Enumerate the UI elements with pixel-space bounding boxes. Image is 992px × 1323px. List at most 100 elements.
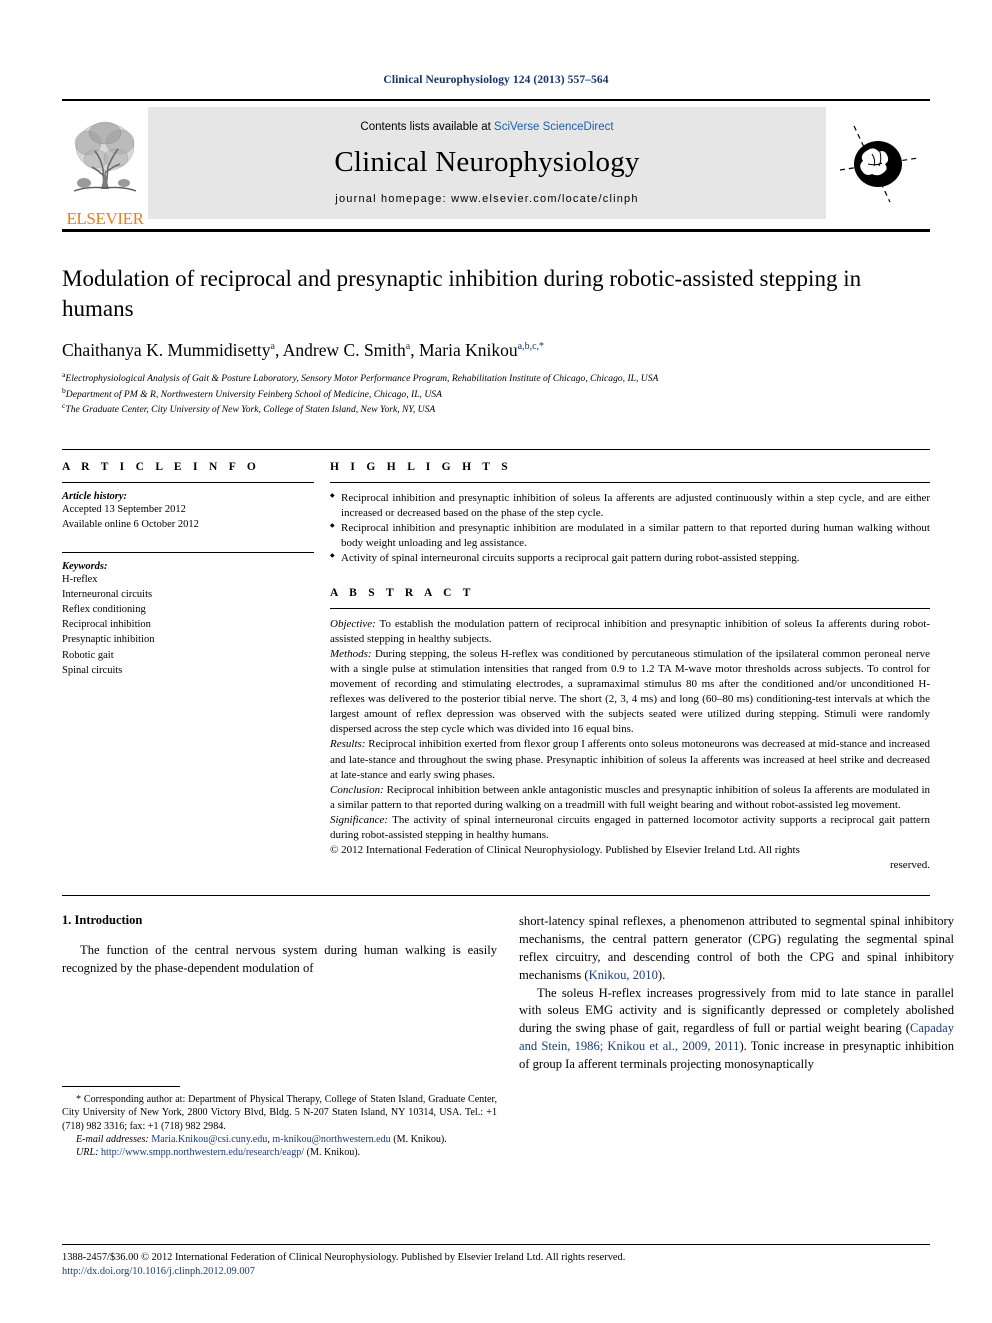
abstract-heading: A B S T R A C T — [330, 586, 475, 599]
abstract-section: Methods: During stepping, the soleus H-r… — [330, 647, 930, 737]
citation-link[interactable]: Knikou, 2010 — [589, 968, 658, 982]
contents-prefix: Contents lists available at — [360, 121, 495, 133]
abstract-section-text: Reciprocal inhibition between ankle anta… — [330, 783, 930, 811]
doi-link[interactable]: http://dx.doi.org/10.1016/j.clinph.2012.… — [62, 1265, 930, 1279]
abstract-block: A B S T R A C T Objective: To establish … — [330, 587, 930, 873]
affiliation-item: aElectrophysiological Analysis of Gait &… — [62, 370, 930, 386]
keyword-item: Reciprocal inhibition — [62, 619, 151, 631]
title-block: Modulation of reciprocal and presynaptic… — [62, 264, 930, 417]
article-info-column: A R T I C L E I N F O Article history: A… — [62, 461, 314, 873]
article-history-item: Available online 6 October 2012 — [62, 519, 199, 531]
elsevier-wordmark: ELSEVIER — [66, 209, 144, 228]
journal-homepage[interactable]: journal homepage: www.elsevier.com/locat… — [335, 193, 638, 205]
highlights-abstract-column: H I G H L I G H T S Reciprocal inhibitio… — [330, 461, 930, 873]
author-name: Maria Knikou — [418, 339, 518, 360]
keywords-block: Keywords: H-reflex Interneuronal circuit… — [62, 551, 314, 679]
sciencedirect-link[interactable]: SciVerse ScienceDirect — [494, 121, 614, 133]
journal-masthead: ELSEVIER Contents lists available at Sci… — [62, 99, 930, 227]
abstract-copyright: © 2012 International Federation of Clini… — [330, 843, 800, 856]
abstract-section-label: Significance: — [330, 813, 389, 826]
elsevier-tree-icon — [73, 121, 137, 192]
article-info-rule — [62, 482, 314, 484]
abstract-copyright-tail: reserved. — [889, 858, 930, 871]
affiliation-text: Electrophysiological Analysis of Gait & … — [65, 372, 659, 384]
url-note: URL: http://www.smpp.northwestern.edu/re… — [62, 1146, 497, 1159]
author-name: Andrew C. Smith — [282, 339, 406, 360]
abstract-section-text: During stepping, the soleus H-reflex was… — [330, 648, 930, 736]
issn-copyright-line: 1388-2457/$36.00 © 2012 International Fe… — [62, 1252, 626, 1264]
keyword-item: Robotic gait — [62, 649, 114, 661]
body-column-left: 1. Introduction The function of the cent… — [62, 913, 497, 1158]
author-entry: Maria Knikoua,b,c,* — [419, 340, 544, 360]
body-columns: 1. Introduction The function of the cent… — [62, 895, 954, 1158]
abstract-section-label: Results: — [330, 738, 366, 751]
keyword-item: Reflex conditioning — [62, 604, 146, 616]
paper-page: Clinical Neurophysiology 124 (2013) 557–… — [0, 0, 992, 1323]
abstract-section-text: Reciprocal inhibition exerted from flexo… — [330, 738, 930, 781]
footnote-rule — [62, 1085, 180, 1087]
abstract-section: Results: Reciprocal inhibition exerted f… — [330, 737, 930, 782]
affiliation-text: Department of PM & R, Northwestern Unive… — [65, 388, 442, 400]
page-footer: 1388-2457/$36.00 © 2012 International Fe… — [62, 1244, 930, 1279]
corresponding-author-note: * Corresponding author at: Department of… — [62, 1093, 497, 1132]
email-link-secondary[interactable]: m-knikou@northwestern.edu — [272, 1134, 390, 1145]
highlights-rule — [330, 482, 930, 484]
author-affiliation-mark: a — [270, 340, 275, 352]
author-entry: Chaithanya K. Mummidisettya — [62, 340, 275, 360]
highlight-item: Reciprocal inhibition and presynaptic in… — [330, 491, 930, 521]
keywords-label: Keywords: — [62, 560, 108, 572]
author-entry: Andrew C. Smitha — [283, 340, 410, 360]
author-list: Chaithanya K. Mummidisettya, Andrew C. S… — [62, 339, 545, 360]
email-owner: (M. Knikou). — [390, 1134, 447, 1146]
highlights-heading: H I G H L I G H T S — [330, 461, 512, 474]
abstract-section-text: To establish the modulation pattern of r… — [330, 617, 930, 645]
masthead-center: Contents lists available at SciVerse Sci… — [148, 107, 826, 219]
url-owner: (M. Knikou). — [304, 1147, 361, 1159]
body-paragraph: The function of the central nervous syst… — [62, 943, 497, 975]
journal-emblem — [826, 101, 930, 227]
body-text: ). — [657, 967, 666, 982]
abstract-section: Conclusion: Reciprocal inhibition betwee… — [330, 783, 930, 813]
page-title: Modulation of reciprocal and presynaptic… — [62, 266, 862, 321]
highlight-item: Reciprocal inhibition and presynaptic in… — [330, 521, 930, 551]
abstract-section-text: The activity of spinal interneuronal cir… — [330, 813, 930, 841]
url-link[interactable]: http://www.smpp.northwestern.edu/researc… — [101, 1147, 304, 1158]
article-info-heading: A R T I C L E I N F O — [62, 461, 261, 474]
affiliation-item: bDepartment of PM & R, Northwestern Univ… — [62, 386, 930, 402]
abstract-section-label: Objective: — [330, 617, 376, 630]
journal-title: Clinical Neurophysiology — [334, 146, 640, 178]
abstract-section-label: Conclusion: — [330, 783, 384, 796]
email-note: E-mail addresses: Maria.Knikou@csi.cuny.… — [62, 1133, 497, 1146]
author-affiliation-mark: a — [405, 340, 411, 352]
body-text: short-latency spinal reflexes, a phenome… — [519, 914, 954, 982]
ifcn-emblem-icon — [839, 125, 919, 203]
keyword-item: H-reflex — [62, 573, 98, 585]
contents-available-line: Contents lists available at SciVerse Sci… — [360, 121, 613, 133]
footnote-block: * Corresponding author at: Department of… — [62, 1085, 497, 1160]
info-highlights-abstract: A R T I C L E I N F O Article history: A… — [62, 449, 930, 873]
article-history-item: Accepted 13 September 2012 — [62, 504, 186, 516]
affiliation-list: aElectrophysiological Analysis of Gait &… — [62, 370, 930, 417]
footer-rule — [62, 1244, 930, 1246]
body-column-right: short-latency spinal reflexes, a phenome… — [519, 913, 954, 1074]
running-head: Clinical Neurophysiology 124 (2013) 557–… — [383, 74, 609, 86]
keyword-item: Spinal circuits — [62, 664, 123, 676]
affiliation-text: The Graduate Center, City University of … — [65, 404, 436, 416]
author-name: Chaithanya K. Mummidisetty — [62, 339, 271, 360]
section-heading-introduction: 1. Introduction — [62, 913, 143, 927]
masthead-bottom-rule — [62, 229, 930, 232]
body-paragraph: short-latency spinal reflexes, a phenome… — [519, 913, 954, 985]
keyword-item: Presynaptic inhibition — [62, 634, 155, 646]
abstract-rule — [330, 607, 930, 609]
affiliation-item: cThe Graduate Center, City University of… — [62, 401, 930, 417]
abstract-section-label: Methods: — [330, 648, 372, 661]
url-label: URL: — [76, 1147, 99, 1159]
body-paragraph: The soleus H-reflex increases progressiv… — [519, 985, 954, 1074]
highlight-item: Activity of spinal interneuronal circuit… — [330, 551, 930, 566]
author-affiliation-mark: a,b,c,* — [517, 340, 545, 352]
elsevier-logo: ELSEVIER — [62, 101, 148, 227]
email-link-primary[interactable]: Maria.Knikou@csi.cuny.edu — [151, 1134, 267, 1145]
abstract-section: Objective: To establish the modulation p… — [330, 617, 930, 647]
keyword-item: Interneuronal circuits — [62, 588, 153, 600]
article-history-label: Article history: — [62, 491, 128, 503]
